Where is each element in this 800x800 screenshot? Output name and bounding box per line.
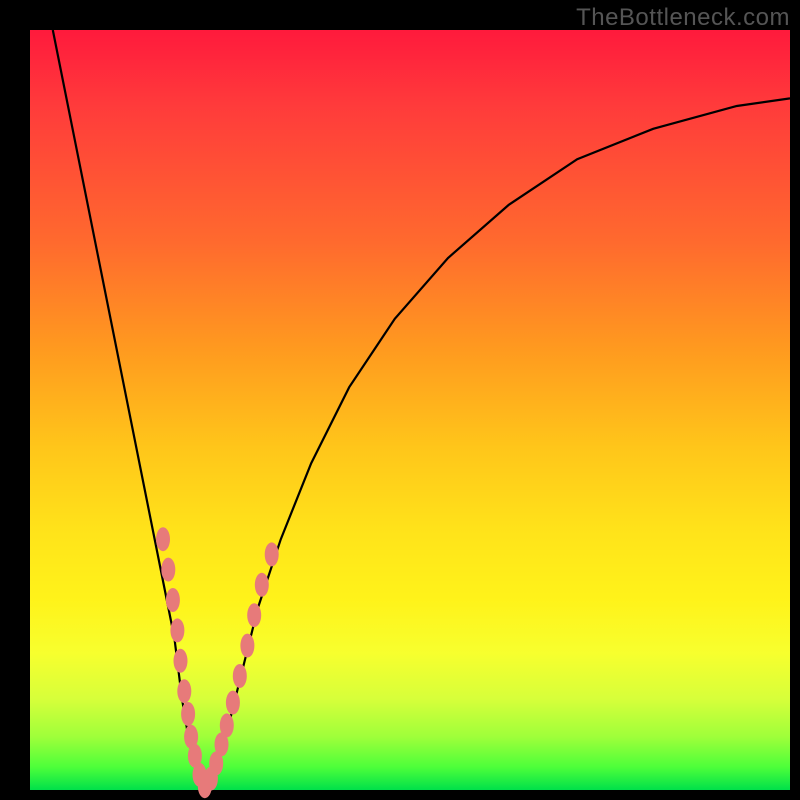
- curve-dot: [156, 527, 170, 551]
- curve-dot: [233, 664, 247, 688]
- curve-dot: [174, 649, 188, 673]
- curve-dot: [181, 702, 195, 726]
- curve-dot: [255, 573, 269, 597]
- curve-dot: [240, 634, 254, 658]
- chart-overlay: [30, 30, 790, 790]
- curve-dot: [265, 542, 279, 566]
- curve-dot: [177, 679, 191, 703]
- curve-dot: [161, 558, 175, 582]
- curve-dot: [226, 691, 240, 715]
- curve-dot: [166, 588, 180, 612]
- curve-dots: [156, 527, 279, 798]
- curve-dot: [220, 713, 234, 737]
- chart-frame: TheBottleneck.com: [0, 0, 800, 800]
- curve-dot: [170, 618, 184, 642]
- bottleneck-curve: [53, 30, 790, 790]
- curve-dot: [247, 603, 261, 627]
- watermark-text: TheBottleneck.com: [576, 4, 790, 32]
- plot-area: [30, 30, 790, 790]
